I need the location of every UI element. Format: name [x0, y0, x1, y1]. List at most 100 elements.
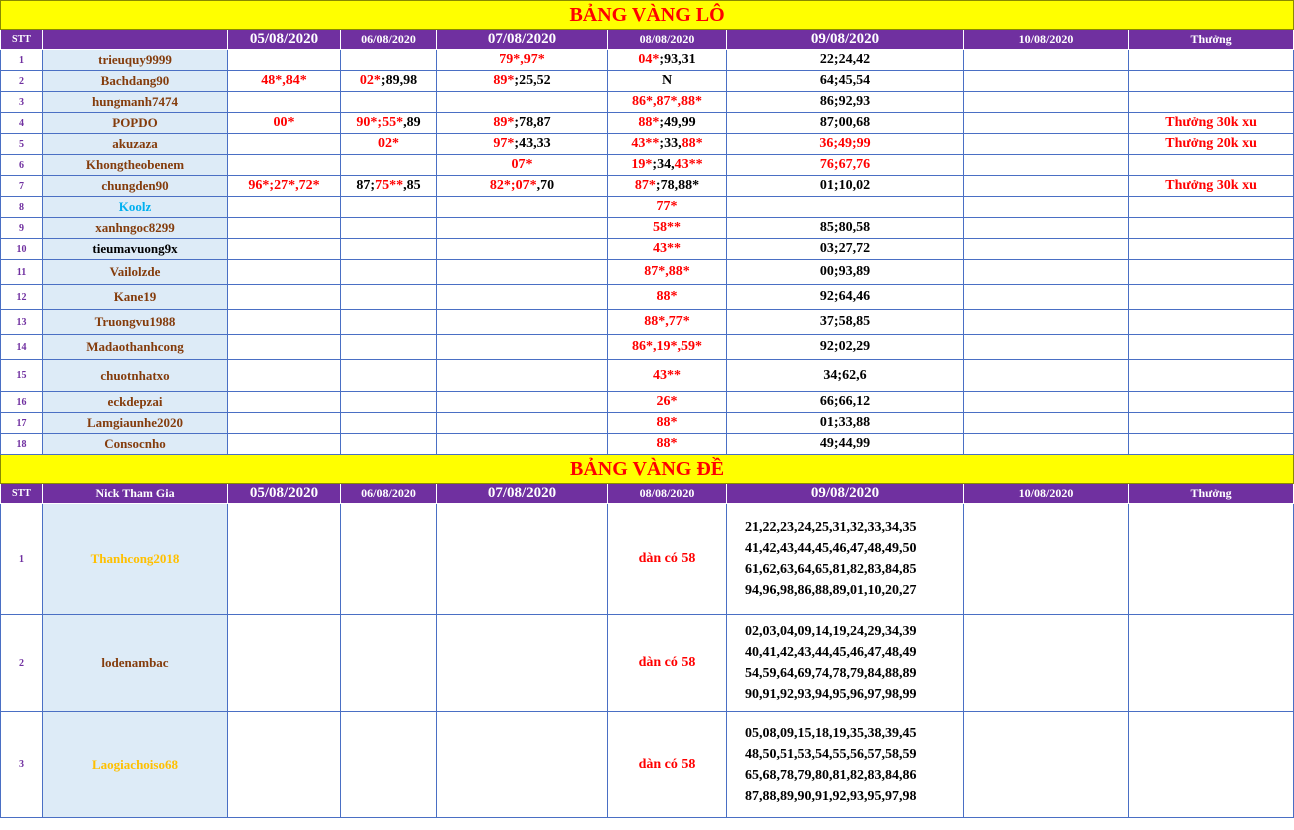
row-stt: 5 — [0, 133, 43, 155]
row-nick: Madaothanhcong — [42, 334, 228, 360]
row-stt: 1 — [0, 49, 43, 71]
cell-d6 — [963, 49, 1129, 71]
cell-d5: 85;80,58 — [726, 217, 964, 239]
row-stt: 12 — [0, 284, 43, 310]
cell-d6 — [963, 334, 1129, 360]
cell-d1 — [227, 154, 341, 176]
cell-d3 — [436, 711, 608, 818]
de-header-d4: 08/08/2020 — [607, 483, 727, 504]
table-row: 6 Khongtheobenem 07* 19*;34,43** 76;67,7… — [0, 154, 1294, 176]
cell-d4: dàn có 58 — [607, 614, 727, 712]
cell-d4: 43** — [607, 238, 727, 260]
cell-prize — [1127, 711, 1294, 818]
row-stt: 10 — [0, 238, 43, 260]
cell-d5: 76;67,76 — [726, 154, 964, 176]
row-stt: 4 — [0, 112, 43, 134]
cell-d5: 86;92,93 — [726, 91, 964, 113]
cell-d6 — [963, 503, 1129, 615]
row-stt: 15 — [0, 359, 43, 392]
cell-prize — [1127, 49, 1294, 71]
cell-d6 — [963, 284, 1129, 310]
cell-d5: 00;93,89 — [726, 259, 964, 285]
cell-d6 — [963, 238, 1129, 260]
cell-d3 — [436, 391, 608, 413]
cell-d1 — [227, 503, 341, 615]
cell-d6 — [963, 217, 1129, 239]
row-nick: chungden90 — [42, 175, 228, 197]
cell-d6 — [963, 112, 1129, 134]
cell-d2 — [340, 359, 437, 392]
de-header-nick: Nick Tham Gia — [42, 483, 228, 504]
cell-d4: 04*;93,31 — [607, 49, 727, 71]
cell-d2 — [340, 259, 437, 285]
cell-d6 — [963, 133, 1129, 155]
cell-d1 — [227, 711, 341, 818]
row-nick: chuotnhatxo — [42, 359, 228, 392]
cell-d2 — [340, 503, 437, 615]
cell-d2 — [340, 334, 437, 360]
cell-d3 — [436, 412, 608, 434]
cell-prize: Thưởng 30k xu — [1127, 112, 1294, 134]
table-row: 3 Laogiachoiso68 dàn có 58 05,08,09,15,1… — [0, 711, 1294, 818]
row-nick: Koolz — [42, 196, 228, 218]
lo-header-stt: STT — [0, 29, 43, 50]
cell-d2 — [340, 284, 437, 310]
cell-d2 — [340, 711, 437, 818]
row-nick: Bachdang90 — [42, 70, 228, 92]
cell-d4: 86*,87*,88* — [607, 91, 727, 113]
cell-d3: 07* — [436, 154, 608, 176]
cell-d3 — [436, 217, 608, 239]
cell-d3 — [436, 196, 608, 218]
cell-d6 — [963, 433, 1129, 455]
cell-d5: 92;64,46 — [726, 284, 964, 310]
table-row: 16 eckdepzai 26* 66;66,12 — [0, 391, 1294, 413]
cell-d2: 87;75**,85 — [340, 175, 437, 197]
cell-d6 — [963, 614, 1129, 712]
cell-d1: 48*,84* — [227, 70, 341, 92]
cell-d3 — [436, 259, 608, 285]
cell-d6 — [963, 711, 1129, 818]
cell-prize: Thưởng 20k xu — [1127, 133, 1294, 155]
table-row: 1 trieuquy9999 79*,97* 04*;93,31 22;24,4… — [0, 49, 1294, 71]
lo-header-nick — [42, 29, 228, 50]
lo-header-d5: 09/08/2020 — [726, 29, 964, 50]
cell-d5: 01;33,88 — [726, 412, 964, 434]
cell-d5: 64;45,54 — [726, 70, 964, 92]
row-nick: tieumavuong9x — [42, 238, 228, 260]
cell-d3 — [436, 503, 608, 615]
cell-d6 — [963, 91, 1129, 113]
cell-prize — [1127, 433, 1294, 455]
table-row: 1 Thanhcong2018 dàn có 58 21,22,23,24,25… — [0, 503, 1294, 615]
cell-number-set: 05,08,09,15,18,19,35,38,39,45 48,50,51,5… — [726, 711, 964, 818]
cell-d3: 89*;78,87 — [436, 112, 608, 134]
cell-d2 — [340, 391, 437, 413]
de-header-d5: 09/08/2020 — [726, 483, 964, 504]
cell-d5: 01;10,02 — [726, 175, 964, 197]
row-stt: 13 — [0, 309, 43, 335]
cell-d4: 88*,77* — [607, 309, 727, 335]
row-nick: hungmanh7474 — [42, 91, 228, 113]
cell-d6 — [963, 154, 1129, 176]
lo-header-row: STT 05/08/2020 06/08/2020 07/08/2020 08/… — [0, 29, 1294, 50]
cell-d5: 22;24,42 — [726, 49, 964, 71]
row-stt: 11 — [0, 259, 43, 285]
cell-prize — [1127, 154, 1294, 176]
cell-d2: 02*;89,98 — [340, 70, 437, 92]
cell-d6 — [963, 359, 1129, 392]
cell-d5: 66;66,12 — [726, 391, 964, 413]
cell-d4: 87*;78,88* — [607, 175, 727, 197]
row-stt: 1 — [0, 503, 43, 615]
table-row: 11 Vailolzde 87*,88* 00;93,89 — [0, 259, 1294, 285]
cell-d3: 97*;43,33 — [436, 133, 608, 155]
cell-d1 — [227, 614, 341, 712]
row-stt: 3 — [0, 711, 43, 818]
lo-header-d2: 06/08/2020 — [340, 29, 437, 50]
cell-d2 — [340, 49, 437, 71]
table-row: 13 Truongvu1988 88*,77* 37;58,85 — [0, 309, 1294, 335]
lo-header-d6: 10/08/2020 — [963, 29, 1129, 50]
row-nick: Lamgiaunhe2020 — [42, 412, 228, 434]
row-nick: Thanhcong2018 — [42, 503, 228, 615]
table-row: 9 xanhngoc8299 58** 85;80,58 — [0, 217, 1294, 239]
table-row: 12 Kane19 88* 92;64,46 — [0, 284, 1294, 310]
cell-d4: dàn có 58 — [607, 503, 727, 615]
